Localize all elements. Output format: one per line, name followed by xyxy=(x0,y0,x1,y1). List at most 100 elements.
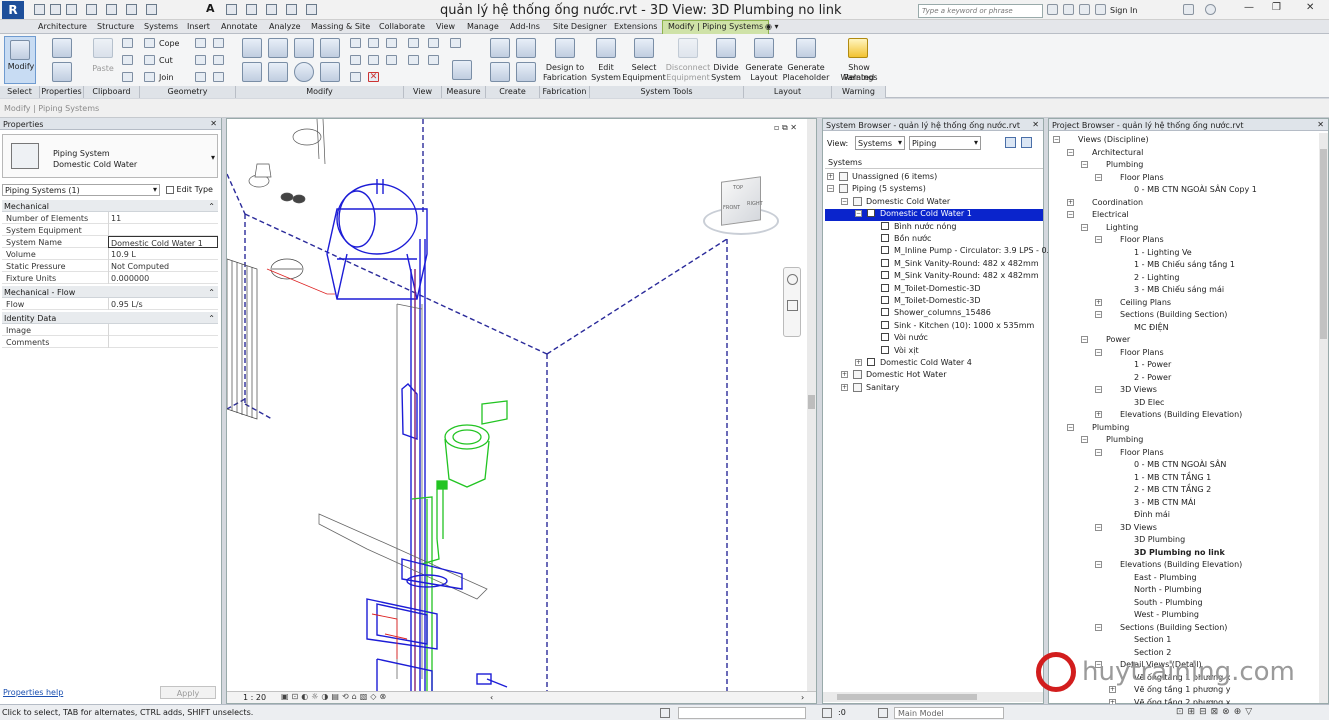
mirror-pick-axis-icon[interactable] xyxy=(294,38,314,58)
tab-systems[interactable]: Systems xyxy=(144,22,178,31)
select-equipment-label-1[interactable]: Select xyxy=(622,63,666,73)
cope-label[interactable]: Cope xyxy=(159,39,179,48)
favorites-icon[interactable] xyxy=(1095,4,1106,15)
cut-icon[interactable] xyxy=(122,38,133,48)
property-row[interactable]: Static Pressure Not Computed xyxy=(2,260,218,272)
property-row[interactable]: Image xyxy=(2,324,218,336)
tree-toggle-icon[interactable]: + xyxy=(1067,198,1074,206)
property-value[interactable]: 11 xyxy=(108,212,218,224)
tree-toggle-icon[interactable]: − xyxy=(1067,148,1074,156)
generate-layout-label-2[interactable]: Layout xyxy=(744,73,784,83)
property-row[interactable]: System Equipment xyxy=(2,224,218,236)
geometry-tool-2-icon[interactable] xyxy=(213,38,224,48)
redo-icon[interactable] xyxy=(106,4,117,15)
paste-icon[interactable] xyxy=(93,38,113,58)
tab-collaborate[interactable]: Collaborate xyxy=(379,22,425,31)
tree-toggle-icon[interactable]: − xyxy=(1095,386,1102,393)
override-graphics-icon[interactable] xyxy=(428,38,439,48)
close-button[interactable]: ✕ xyxy=(1306,2,1314,13)
property-value[interactable] xyxy=(108,224,218,236)
property-value[interactable]: 0.000000 xyxy=(108,272,218,284)
view-control-icons[interactable]: ▣⊡◐☼◑▤⟲⌂▧◇⊗ xyxy=(281,692,389,701)
geometry-tool-3-icon[interactable] xyxy=(195,55,206,65)
tree-toggle-icon[interactable]: − xyxy=(1081,336,1088,343)
match-properties-icon[interactable] xyxy=(122,72,133,82)
edit-system-icon[interactable] xyxy=(596,38,616,58)
disconnect-equipment-label-1[interactable]: Disconnect xyxy=(664,63,712,73)
scale-icon[interactable] xyxy=(350,72,361,82)
filter-icon[interactable] xyxy=(878,708,888,718)
tree-toggle-icon[interactable]: − xyxy=(1095,348,1102,356)
cut-geometry-label[interactable]: Cut xyxy=(159,56,173,65)
paint-icon[interactable] xyxy=(428,55,439,65)
help-icon[interactable] xyxy=(1205,4,1216,15)
group-select[interactable]: Select xyxy=(0,86,40,98)
discipline-dropdown[interactable]: Piping ▾ xyxy=(909,136,981,150)
divide-system-label-2[interactable]: System xyxy=(710,73,742,83)
systems-column-header[interactable]: Systems xyxy=(825,157,1043,169)
open-icon[interactable] xyxy=(34,4,45,15)
properties-icon[interactable] xyxy=(52,38,72,58)
edit-system-label-2[interactable]: System xyxy=(590,73,622,83)
search-icon[interactable] xyxy=(1047,4,1058,15)
property-value[interactable]: 0.95 L/s xyxy=(108,298,218,310)
communication-icon[interactable] xyxy=(1079,4,1090,15)
3d-view-icon[interactable] xyxy=(226,4,237,15)
tree-toggle-icon[interactable]: + xyxy=(827,173,834,180)
horizontal-scroll-right-icon[interactable]: › xyxy=(801,693,804,702)
align-icon[interactable] xyxy=(242,38,262,58)
warning-icon[interactable] xyxy=(848,38,868,58)
thin-lines-icon[interactable] xyxy=(266,4,277,15)
tree-toggle-icon[interactable]: − xyxy=(1067,211,1074,218)
section-mechanical-flow[interactable]: Mechanical - Flow ⌃ xyxy=(2,286,218,298)
undo-icon[interactable] xyxy=(86,4,97,15)
tree-toggle-icon[interactable]: − xyxy=(827,185,834,193)
show-related-warnings-label-2[interactable]: Warnings xyxy=(832,73,886,83)
copy-element-icon[interactable] xyxy=(268,62,288,82)
dimension-icon[interactable] xyxy=(452,60,472,80)
measure-between-icon[interactable] xyxy=(450,38,461,48)
split-icon[interactable] xyxy=(350,38,361,48)
join-icon[interactable] xyxy=(144,72,155,82)
project-browser-close-icon[interactable]: ✕ xyxy=(1317,120,1324,129)
exchange-icon[interactable] xyxy=(1183,4,1194,15)
switch-windows-icon[interactable] xyxy=(306,4,317,15)
system-name-field[interactable]: Domestic Cold Water 1 xyxy=(108,236,218,248)
3d-view-canvas[interactable]: TOP FRONT RIGHT ▫ ⧉ ✕ 1 : 20 ▣⊡◐☼◑▤⟲⌂▧◇⊗… xyxy=(226,118,817,704)
type-selector[interactable]: Piping System Domestic Cold Water ▾ xyxy=(2,134,218,178)
tree-toggle-icon[interactable]: + xyxy=(841,383,848,391)
tree-toggle-icon[interactable]: + xyxy=(1095,411,1102,418)
tab-site-designer[interactable]: Site Designer xyxy=(553,22,607,31)
move-icon[interactable] xyxy=(242,62,262,82)
property-row[interactable]: Fixture Units 0.000000 xyxy=(2,272,218,284)
navigation-bar[interactable] xyxy=(783,267,801,337)
tree-toggle-icon[interactable]: − xyxy=(1067,423,1074,431)
view-mode-dropdown[interactable]: Systems ▾ xyxy=(855,136,905,150)
property-row[interactable]: Volume 10.9 L xyxy=(2,248,218,260)
minimize-button[interactable]: — xyxy=(1244,2,1254,13)
search-input[interactable]: Type a keyword or phrase xyxy=(918,4,1043,18)
tree-toggle-icon[interactable]: − xyxy=(1095,236,1102,243)
vertical-scroll-thumb[interactable] xyxy=(808,395,815,409)
tree-toggle-icon[interactable]: − xyxy=(1095,448,1102,456)
property-row[interactable]: Comments xyxy=(2,336,218,348)
tree-toggle-icon[interactable]: − xyxy=(1095,623,1102,631)
property-row[interactable]: Number of Elements 11 xyxy=(2,212,218,224)
generate-layout-label-1[interactable]: Generate xyxy=(744,63,784,73)
tab-manage[interactable]: Manage xyxy=(467,22,499,31)
tab-view[interactable]: View xyxy=(436,22,455,31)
close-hidden-icon[interactable] xyxy=(286,4,297,15)
property-value[interactable] xyxy=(108,336,218,348)
geometry-tool-4-icon[interactable] xyxy=(213,55,224,65)
view-scale[interactable]: 1 : 20 xyxy=(243,693,266,702)
sync-icon[interactable] xyxy=(66,4,77,15)
property-value[interactable]: Not Computed xyxy=(108,260,218,272)
offset-icon[interactable] xyxy=(268,38,288,58)
design-to-fabrication-label-1[interactable]: Design to xyxy=(542,63,588,73)
pin-icon[interactable] xyxy=(368,38,379,48)
join-label[interactable]: Join xyxy=(159,73,174,82)
edit-type-button[interactable]: Edit Type xyxy=(164,183,218,197)
trim-extend-icon[interactable] xyxy=(320,62,340,82)
tab-architecture[interactable]: Architecture xyxy=(38,22,87,31)
split-gap-icon[interactable] xyxy=(386,38,397,48)
